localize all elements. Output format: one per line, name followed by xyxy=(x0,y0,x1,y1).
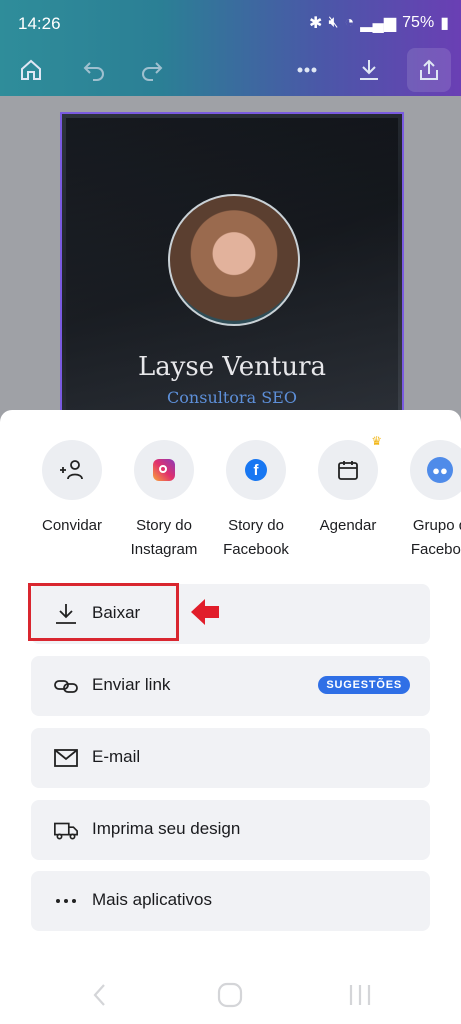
highlight-box xyxy=(28,583,179,641)
undo-button[interactable] xyxy=(72,48,116,92)
wifi-icon: ◔ xyxy=(344,14,355,31)
back-icon xyxy=(93,984,105,1006)
redo-button[interactable] xyxy=(130,48,174,92)
more-apps-option[interactable]: Mais aplicativos xyxy=(31,871,430,931)
share-app-schedule[interactable]: ♛ Agendar xyxy=(302,434,394,538)
home-nav-icon xyxy=(217,982,243,1008)
share-app-label: Story do Facebook xyxy=(223,517,289,558)
design-preview[interactable]: Layse Ventura Consultora SEO xyxy=(60,112,404,416)
share-app-label: Agendar xyxy=(319,517,377,534)
share-app-label: Convidar xyxy=(41,517,103,534)
share-icon xyxy=(420,59,438,80)
status-bar: 14:26 ✱ 🔇︎ ◔ ▂▄▆ 75% ▮ xyxy=(0,0,461,44)
battery-icon: ▮ xyxy=(440,15,449,32)
recents-icon xyxy=(349,985,371,1005)
undo-icon xyxy=(83,62,104,81)
mail-icon xyxy=(53,746,79,770)
email-option[interactable]: E-mail xyxy=(31,728,430,788)
send-link-label: Enviar link xyxy=(92,675,171,694)
facebook-circle: f xyxy=(226,440,286,500)
back-button[interactable] xyxy=(80,980,120,1010)
download-toolbar-button[interactable] xyxy=(347,48,391,92)
editor-toolbar xyxy=(0,44,461,96)
recents-button[interactable] xyxy=(340,980,380,1010)
more-options-button[interactable] xyxy=(285,48,329,92)
instagram-icon xyxy=(153,459,175,481)
invite-circle xyxy=(42,440,102,500)
status-icons: ✱ 🔇︎ ◔ ▂▄▆ 75% ▮ xyxy=(309,13,449,33)
print-design-option[interactable]: Imprima seu design xyxy=(31,800,430,860)
link-icon xyxy=(53,674,79,698)
share-app-invite[interactable]: Convidar xyxy=(26,440,118,538)
status-time: 14:26 xyxy=(18,14,61,33)
share-sheet: Convidar Story do Instagram f Story do F… xyxy=(0,410,461,1024)
email-label: E-mail xyxy=(92,747,141,766)
signal-icon: ▂▄▆ xyxy=(360,15,397,32)
red-arrow-icon xyxy=(191,599,219,625)
facebook-group-icon: ●● xyxy=(427,457,453,483)
system-nav-bar xyxy=(0,966,461,1024)
more-apps-label: Mais aplicativos xyxy=(92,890,212,909)
design-name-text: Layse Ventura xyxy=(137,352,327,382)
more-icon xyxy=(53,889,79,913)
download-icon xyxy=(360,60,378,80)
share-app-instagram-story[interactable]: Story do Instagram xyxy=(118,440,210,562)
mute-icon: 🔇︎ xyxy=(328,14,339,31)
profile-photo xyxy=(168,194,300,326)
design-subtitle-text: Consultora SEO xyxy=(167,388,297,407)
more-icon xyxy=(297,67,317,73)
bluetooth-icon: ✱ xyxy=(309,15,323,32)
redo-icon xyxy=(142,62,163,81)
suggestions-badge: SUGESTÕES xyxy=(318,676,410,694)
facebook-group-circle: ●● xyxy=(410,440,461,500)
home-button[interactable] xyxy=(9,48,53,92)
home-nav-button[interactable] xyxy=(210,980,250,1010)
battery-level: 75% xyxy=(402,14,435,31)
home-icon xyxy=(21,59,41,80)
calendar-circle: ♛ xyxy=(318,434,382,500)
crown-icon: ♛ xyxy=(371,434,382,448)
add-people-icon xyxy=(60,460,83,480)
send-link-option[interactable]: Enviar link SUGESTÕES xyxy=(31,656,430,716)
share-apps-row: Convidar Story do Instagram f Story do F… xyxy=(0,434,461,570)
truck-icon xyxy=(53,818,79,842)
share-app-label: Grupo d Faceboo xyxy=(410,517,461,558)
share-app-label: Story do Instagram xyxy=(130,517,198,558)
share-app-facebook-story[interactable]: f Story do Facebook xyxy=(210,440,302,562)
facebook-icon: f xyxy=(245,459,267,481)
share-app-facebook-group[interactable]: ●● Grupo d Faceboo xyxy=(394,440,461,562)
instagram-circle xyxy=(134,440,194,500)
calendar-icon xyxy=(338,461,358,480)
print-design-label: Imprima seu design xyxy=(92,819,241,838)
share-button[interactable] xyxy=(407,48,451,92)
